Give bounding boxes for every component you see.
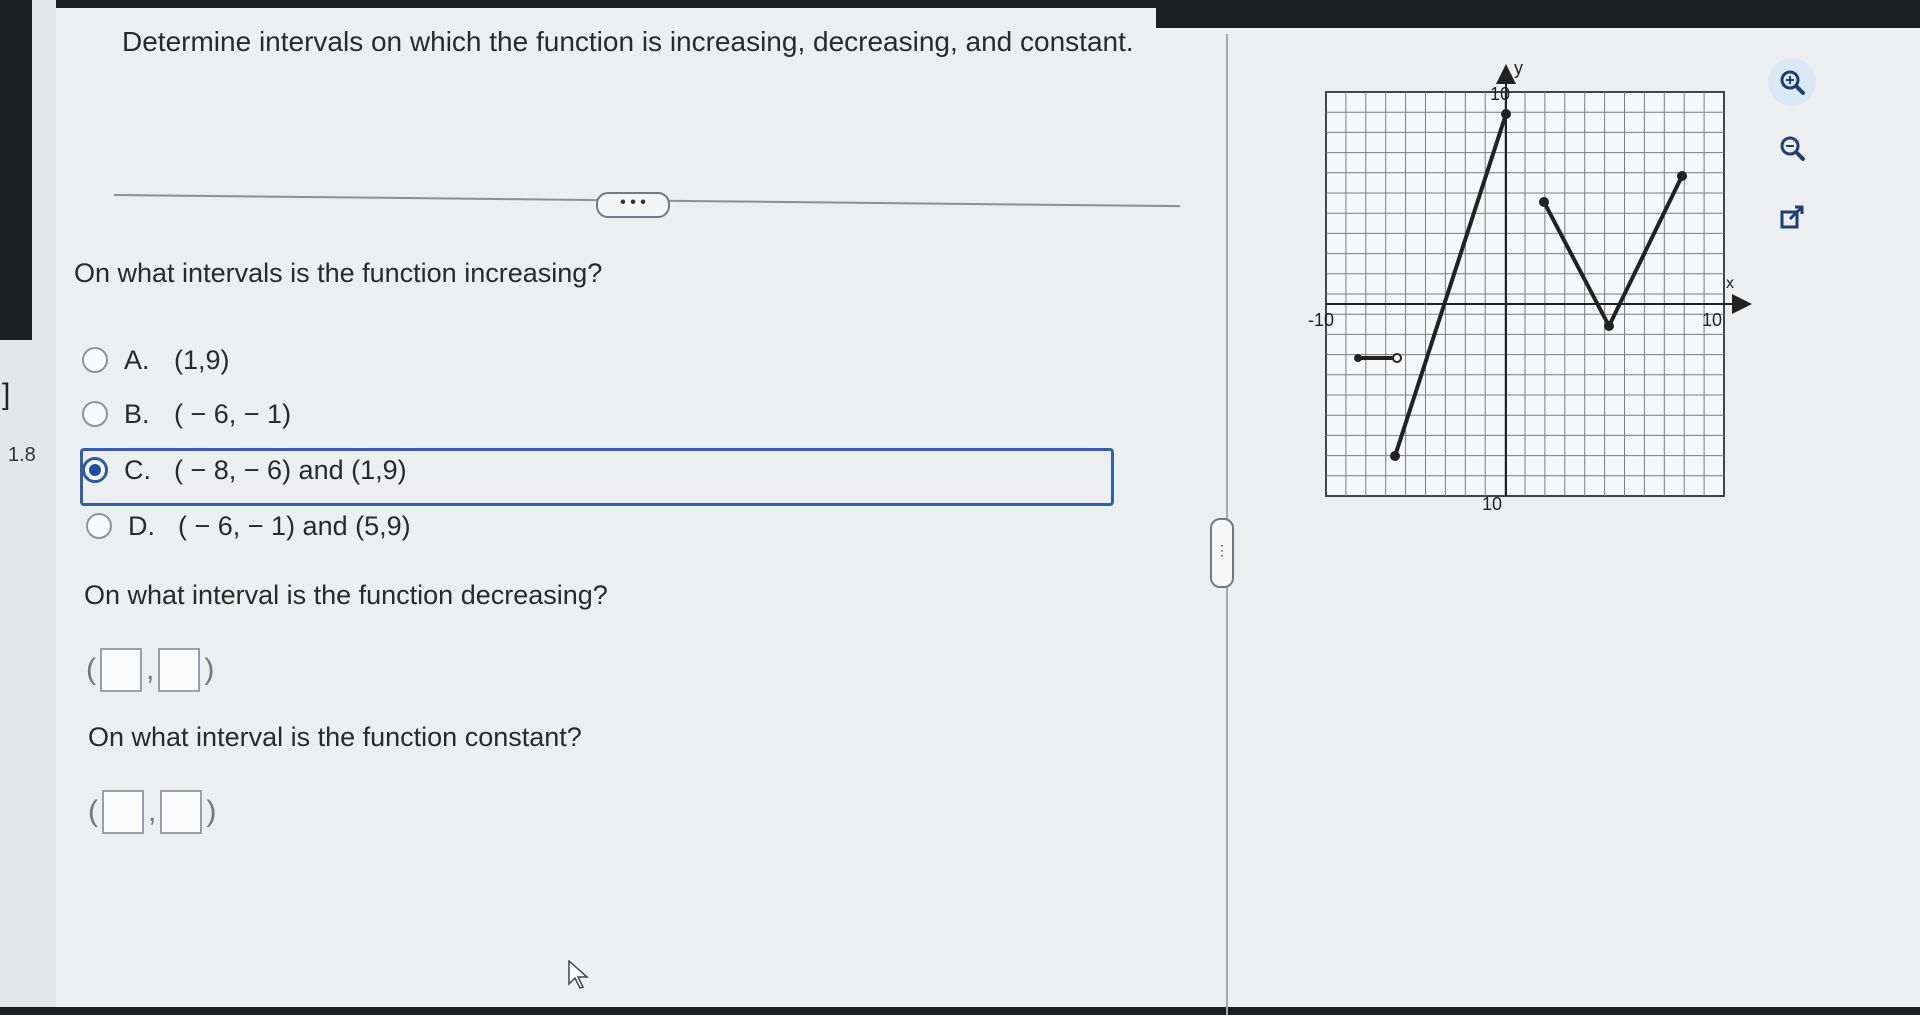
decreasing-comma: , (146, 653, 155, 686)
option-c[interactable]: C. ( − 8, − 6) and (1,9) (82, 448, 407, 492)
x-tick-right: 10 (1702, 310, 1722, 330)
option-c-letter: C. (124, 454, 151, 485)
y-tick-top: 10 (1490, 84, 1510, 104)
decreasing-paren-close: ) (204, 653, 215, 686)
pop-out-icon (1780, 205, 1804, 229)
radio-option-c[interactable] (82, 457, 108, 483)
constant-answer: ( , ) (88, 790, 216, 834)
question-title: Determine intervals on which the functio… (122, 26, 1134, 57)
radio-option-a[interactable] (82, 347, 108, 373)
option-c-text: ( − 8, − 6) and (1,9) (174, 454, 407, 485)
decreasing-paren-open: ( (86, 653, 96, 686)
zoom-in-icon (1780, 70, 1805, 95)
option-d-text: ( − 6, − 1) and (5,9) (178, 510, 411, 541)
constant-start-input[interactable] (102, 790, 144, 834)
decreasing-start-input[interactable] (100, 648, 142, 692)
expand-more-button[interactable]: • • • (596, 192, 670, 218)
option-b-text: ( − 6, − 1) (174, 398, 292, 429)
constant-open-point (1392, 353, 1402, 363)
decreasing-answer: ( , ) (86, 648, 214, 692)
increasing-prompt: On what intervals is the function increa… (74, 258, 603, 288)
panel-resize-handle[interactable]: ⋮ (1210, 518, 1234, 588)
zoom-out-icon (1780, 136, 1805, 161)
top-bar (1156, 8, 1920, 28)
point-end-increasing-1 (1501, 109, 1511, 119)
decreasing-prompt: On what interval is the function decreas… (84, 580, 608, 610)
left-strip-bracket: ] (2, 378, 11, 411)
left-strip-dark-area (0, 0, 32, 340)
zoom-in-button[interactable] (1768, 58, 1816, 106)
radio-option-b[interactable] (82, 401, 108, 427)
point-vertex (1604, 321, 1614, 331)
graph-svg: y x 10 10 -10 10 (1308, 58, 1752, 514)
question-panel: Determine intervals on which the functio… (56, 8, 1920, 1015)
left-strip-number: 1.8 (8, 444, 36, 466)
option-b[interactable]: B. ( − 6, − 1) (82, 392, 291, 436)
function-graph: y x 10 10 -10 10 (1296, 58, 1756, 518)
option-d-letter: D. (128, 510, 155, 541)
option-b-letter: B. (124, 398, 150, 429)
constant-end-input[interactable] (160, 790, 203, 834)
y-tick-bottom: 10 (1482, 494, 1502, 514)
constant-comma: , (148, 795, 157, 828)
radio-option-d[interactable] (86, 513, 112, 539)
point-end-increasing-2 (1677, 171, 1687, 181)
x-axis-label: x (1726, 275, 1734, 292)
option-a[interactable]: A. (1,9) (82, 338, 230, 382)
left-strip: ] 1.8 (0, 0, 56, 1007)
pop-out-button[interactable] (1768, 194, 1816, 242)
point-start-increasing-1 (1390, 451, 1400, 461)
option-d[interactable]: D. ( − 6, − 1) and (5,9) (86, 504, 411, 548)
constant-prompt: On what interval is the function constan… (88, 722, 582, 752)
decreasing-end-input[interactable] (158, 648, 201, 692)
option-a-letter: A. (124, 344, 150, 375)
y-axis-label: y (1514, 58, 1523, 78)
zoom-out-button[interactable] (1768, 124, 1816, 172)
mouse-cursor-icon (568, 960, 589, 989)
option-a-text: (1,9) (174, 344, 230, 375)
point-start-decreasing (1539, 197, 1549, 207)
constant-paren-close: ) (206, 795, 217, 828)
constant-start-point (1354, 354, 1362, 362)
x-tick-left: -10 (1308, 310, 1334, 330)
constant-paren-open: ( (88, 795, 98, 828)
